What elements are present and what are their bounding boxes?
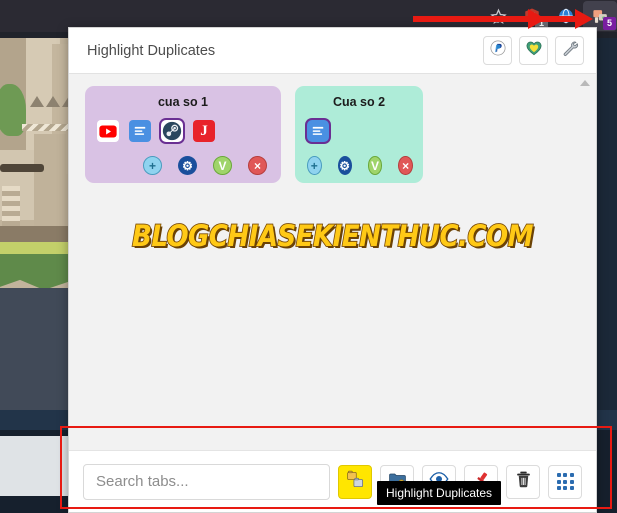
tooltip: Highlight Duplicates bbox=[377, 481, 502, 505]
settings-action[interactable]: ⚙ bbox=[178, 156, 197, 175]
add-tab-action[interactable]: + bbox=[143, 156, 162, 175]
window-card[interactable]: cua so 1 J + ⚙ V × bbox=[85, 86, 281, 183]
window-tab-list: J bbox=[95, 120, 271, 142]
window-card-title: Cua so 2 bbox=[332, 95, 386, 109]
annotation-arrow-head-mid bbox=[528, 9, 546, 29]
search-input[interactable] bbox=[96, 473, 317, 490]
window-card-title: cua so 1 bbox=[157, 95, 209, 109]
grid-dots-icon bbox=[556, 473, 574, 490]
shield-icon: V bbox=[371, 158, 380, 173]
window-card[interactable]: Cua so 2 + ⚙ V × bbox=[295, 86, 423, 183]
extension-popup: Highlight Duplicates cua so 1 J + ⚙ V × … bbox=[68, 27, 597, 513]
trash-icon bbox=[514, 470, 533, 494]
page-title: Highlight Duplicates bbox=[87, 42, 216, 59]
document-tab[interactable] bbox=[307, 120, 329, 142]
paypal-icon bbox=[489, 39, 507, 62]
duplicate-tabs-icon bbox=[346, 470, 365, 494]
watermark: BLOGCHIASEKIENTHUC.COM bbox=[131, 219, 534, 254]
steam-tab[interactable] bbox=[161, 120, 183, 142]
tab-manager-extension-badge: 5 bbox=[603, 17, 616, 30]
plus-icon: + bbox=[148, 158, 156, 173]
plus-icon: + bbox=[310, 158, 318, 173]
popup-header: Highlight Duplicates bbox=[69, 28, 596, 74]
highlight-duplicates-button[interactable] bbox=[338, 464, 372, 499]
settings-button[interactable] bbox=[555, 36, 584, 65]
screenshot-root: Popular user-defined tags for this produ… bbox=[0, 0, 617, 513]
wrench-icon bbox=[561, 39, 579, 62]
window-card-list: cua so 1 J + ⚙ V × Cua so 2 + ⚙ V × bbox=[69, 74, 596, 183]
window-tab-list bbox=[305, 120, 413, 142]
scroll-up-indicator[interactable] bbox=[580, 80, 590, 86]
verify-action[interactable]: V bbox=[213, 156, 232, 175]
paypal-donate-button[interactable] bbox=[483, 36, 512, 65]
close-window-action[interactable]: × bbox=[248, 156, 267, 175]
youtube-tab[interactable] bbox=[97, 120, 119, 142]
letter-j-icon: J bbox=[200, 122, 208, 139]
close-icon: × bbox=[253, 158, 261, 173]
settings-action[interactable]: ⚙ bbox=[337, 156, 352, 175]
delete-button[interactable] bbox=[506, 464, 540, 499]
heart-support-button[interactable] bbox=[519, 36, 548, 65]
shield-icon: V bbox=[218, 158, 227, 173]
window-card-actions: + ⚙ V × bbox=[305, 156, 413, 175]
document-tab[interactable] bbox=[129, 120, 151, 142]
annotation-arrow-line bbox=[413, 16, 585, 22]
gear-icon: ⚙ bbox=[182, 158, 193, 173]
background-game-artwork bbox=[0, 38, 70, 410]
close-window-action[interactable]: × bbox=[398, 156, 413, 175]
j-site-tab[interactable]: J bbox=[193, 120, 215, 142]
grid-view-button[interactable] bbox=[548, 464, 582, 499]
close-icon: × bbox=[402, 158, 410, 173]
add-tab-action[interactable]: + bbox=[307, 156, 322, 175]
popup-body: cua so 1 J + ⚙ V × Cua so 2 + ⚙ V × BLOG… bbox=[69, 74, 596, 450]
gear-icon: ⚙ bbox=[339, 158, 351, 173]
search-tabs-field[interactable] bbox=[83, 463, 330, 500]
annotation-arrow-head bbox=[575, 9, 593, 29]
verify-action[interactable]: V bbox=[367, 156, 383, 175]
popup-footer-toolbar bbox=[69, 450, 596, 512]
heart-icon bbox=[525, 39, 543, 62]
window-card-actions: + ⚙ V × bbox=[95, 156, 271, 175]
popup-header-buttons bbox=[483, 36, 584, 65]
